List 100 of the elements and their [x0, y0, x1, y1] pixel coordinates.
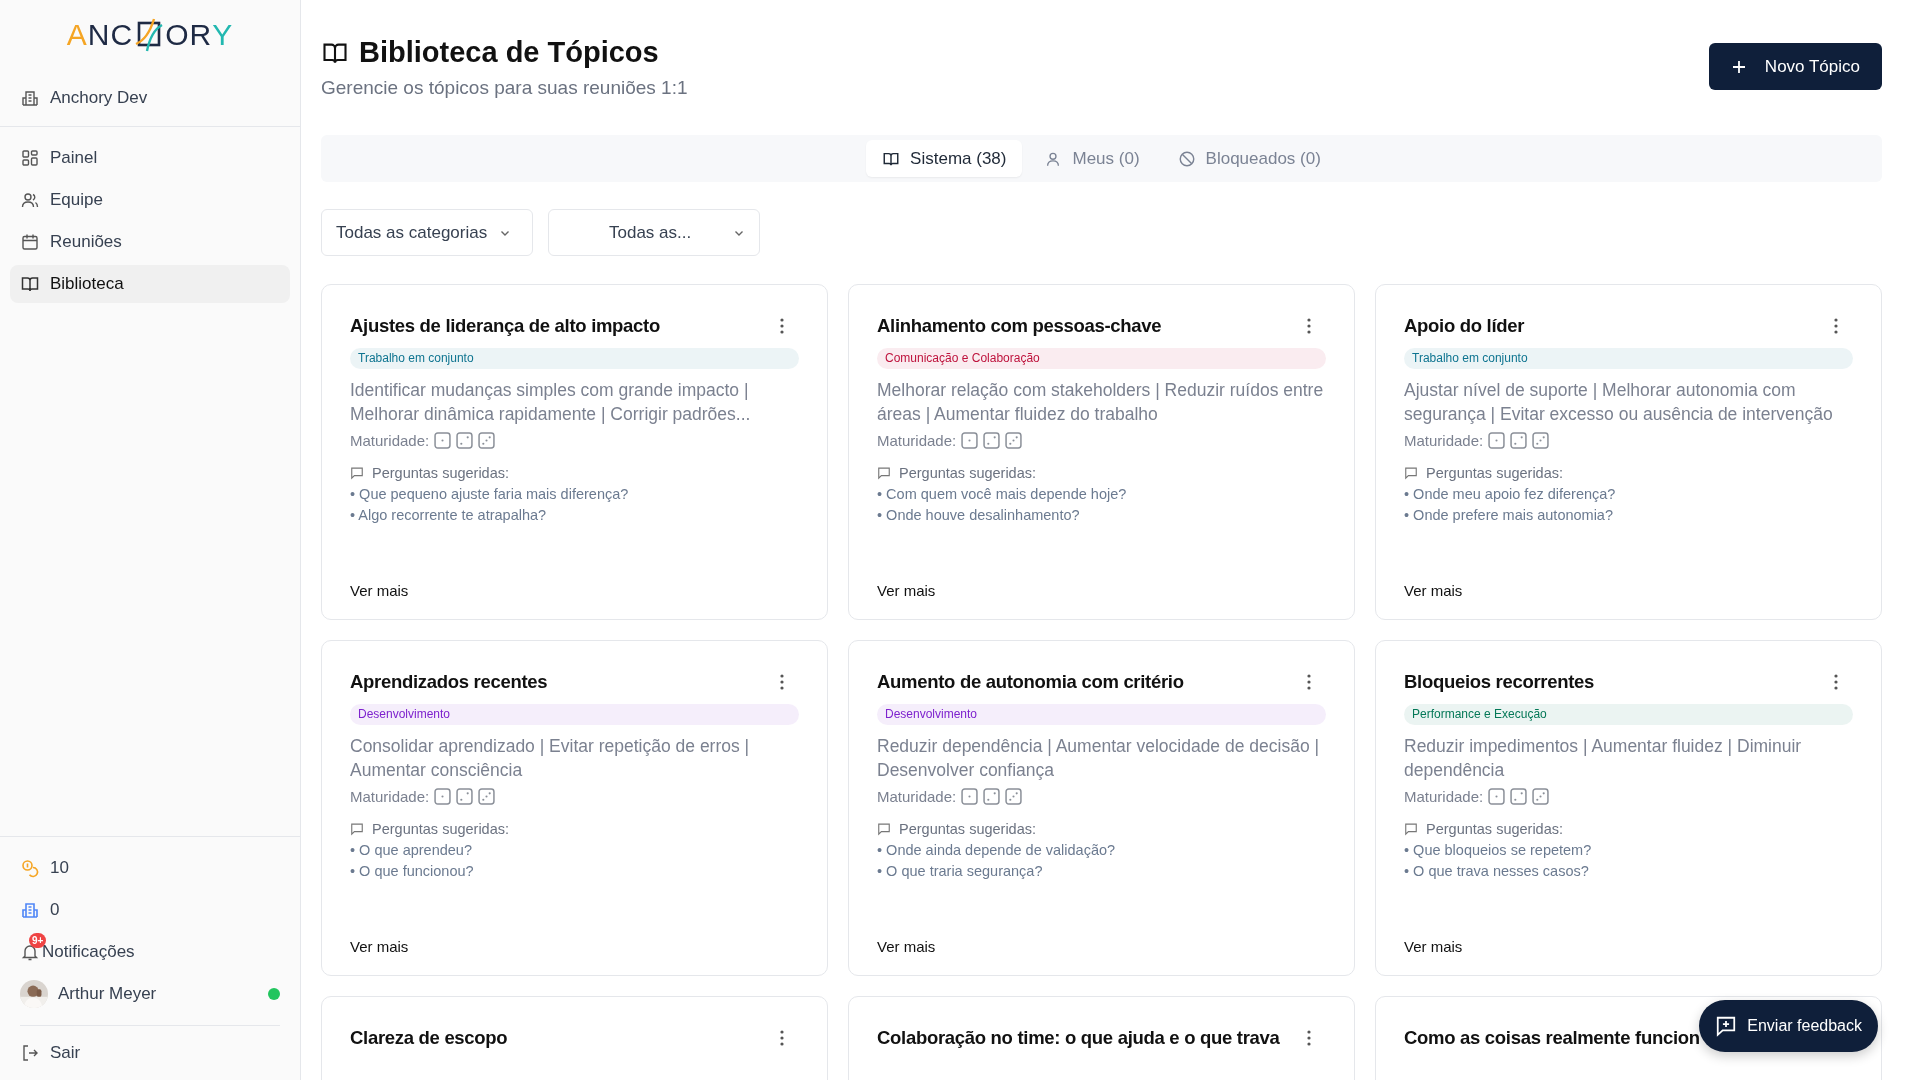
see-more-link[interactable]: Ver mais: [877, 938, 936, 955]
dice-icon: [456, 432, 474, 449]
dice-icon: [1488, 788, 1506, 805]
nav-item[interactable]: Painel: [10, 139, 290, 177]
tab[interactable]: Sistema (38): [866, 140, 1023, 177]
card-title: Ajustes de liderança de alto impacto: [350, 315, 660, 337]
card-description: Reduzir impedimentos | Aumentar fluidez | Diminuir dependência: [1404, 735, 1803, 782]
building-icon: [20, 900, 40, 920]
card-title: Apoio do líder: [1404, 315, 1525, 337]
questions-label: Perguntas sugeridas:: [899, 821, 1037, 837]
book-icon: [20, 274, 40, 294]
chat-icon: [1404, 822, 1418, 836]
questions-label: Perguntas sugeridas:: [899, 465, 1037, 481]
see-more-link[interactable]: Ver mais: [1404, 938, 1463, 955]
maturity-label: Maturidade:: [877, 432, 957, 449]
suggested-question: • O que trava nesses casos?: [1404, 863, 1590, 879]
questions-label: Perguntas sugeridas:: [1426, 821, 1564, 837]
card-title: Colaboração no time: o que ajuda e o que trava: [877, 1027, 1280, 1049]
maturity-label: Maturidade:: [350, 788, 430, 805]
new-topic-button[interactable]: Novo Tópico: [1708, 43, 1882, 90]
card-title: Bloqueios recorrentes: [1404, 671, 1595, 693]
card-description: Reduzir dependência | Aumentar velocidade de decisão | Desenvolver confiança: [877, 735, 1321, 782]
suggested-question: • O que funcionou?: [350, 863, 475, 879]
logo: ANC ORY: [65, 17, 235, 54]
category-tag: Trabalho em conjunto: [350, 348, 799, 369]
dice-icon: [478, 788, 496, 805]
page-title: Biblioteca de Tópicos: [359, 36, 659, 69]
maturity-label: Maturidade:: [350, 432, 430, 449]
category-tag: Desenvolvimento: [350, 704, 799, 725]
card-description: Consolidar aprendizado | Evitar repetição de erros | Aumentar consciência: [350, 735, 751, 782]
suggested-question: • Onde meu apoio fez diferença?: [1404, 486, 1617, 502]
see-more-link[interactable]: Ver mais: [350, 938, 409, 955]
dice-icon: [456, 788, 474, 805]
nav-item[interactable]: Equipe: [10, 181, 290, 219]
logout-item[interactable]: Sair: [20, 1032, 280, 1074]
suggested-question: • Que pequeno ajuste faria mais diferença?: [350, 486, 630, 502]
chat-icon: [350, 822, 364, 836]
suggested-question: • Com quem você mais depende hoje?: [877, 486, 1128, 502]
credits-item[interactable]: 0: [20, 889, 280, 931]
chat-plus-icon: [1715, 1015, 1738, 1037]
dice-icon: [1510, 432, 1528, 449]
card-title: Clareza de escopo: [350, 1027, 508, 1049]
tab[interactable]: Meus (0): [1028, 140, 1156, 177]
organization-item[interactable]: Anchory Dev: [0, 70, 300, 127]
coins-item[interactable]: 10: [20, 847, 280, 889]
see-more-link[interactable]: Ver mais: [877, 582, 936, 599]
maturity-label: Maturidade:: [1404, 788, 1484, 805]
card-title: Aprendizados recentes: [350, 671, 548, 693]
card-description: Melhorar relação com stakeholders | Reduzir ruídos entre áreas | Aumentar fluidez do trabalho: [877, 379, 1325, 426]
dice-icon: [983, 788, 1001, 805]
more-options-icon[interactable]: [1306, 317, 1312, 335]
more-options-icon[interactable]: [1833, 317, 1839, 335]
plus-icon: [1730, 58, 1747, 75]
dice-icon: [1532, 432, 1550, 449]
building-icon: [20, 88, 40, 108]
tab[interactable]: Bloqueados (0): [1161, 140, 1337, 177]
suggested-question: • Que bloqueios se repetem?: [1404, 842, 1593, 858]
dice-icon: [961, 788, 979, 805]
calendar-icon: [20, 232, 40, 252]
more-options-icon[interactable]: [779, 317, 785, 335]
more-options-icon[interactable]: [1306, 673, 1312, 691]
blocked-icon: [1177, 149, 1196, 168]
questions-label: Perguntas sugeridas:: [372, 465, 510, 481]
dice-icon: [1005, 788, 1023, 805]
dice-icon: [478, 432, 496, 449]
see-more-link[interactable]: Ver mais: [1404, 582, 1463, 599]
dice-icon: [434, 432, 452, 449]
category-tag: Performance e Execução: [1404, 704, 1853, 725]
card-title: Alinhamento com pessoas-chave: [877, 315, 1162, 337]
dice-icon: [1488, 432, 1506, 449]
chat-icon: [877, 822, 891, 836]
filter-dropdown[interactable]: Todas as categorias: [321, 209, 533, 256]
feedback-button[interactable]: Enviar feedback: [1699, 1000, 1878, 1052]
more-options-icon[interactable]: [1833, 673, 1839, 691]
card-title: Como as coisas realmente funcion: [1404, 1027, 1700, 1049]
page-subtitle: Gerencie os tópicos para suas reuniões 1:1: [321, 77, 688, 99]
dice-icon: [1532, 788, 1550, 805]
filter-dropdown[interactable]: Todas as...: [548, 209, 760, 256]
card-description: Identificar mudanças simples com grande impacto | Melhorar dinâmica rapidamente | Corrigir padrões...: [350, 379, 752, 426]
user-item[interactable]: Arthur Meyer: [20, 973, 280, 1015]
card-description: Ajustar nível de suporte | Melhorar autonomia com segurança | Evitar excesso ou ausência de intervenção: [1404, 379, 1834, 426]
suggested-question: • Onde houve desalinhamento?: [877, 507, 1081, 523]
see-more-link[interactable]: Ver mais: [350, 582, 409, 599]
suggested-question: • Onde ainda depende de validação?: [877, 842, 1117, 858]
chat-icon: [350, 466, 364, 480]
category-tag: Desenvolvimento: [877, 704, 1326, 725]
nav-item[interactable]: Reuniões: [10, 223, 290, 261]
suggested-question: • Onde prefere mais autonomia?: [1404, 507, 1614, 523]
more-options-icon[interactable]: [779, 673, 785, 691]
more-options-icon[interactable]: [1306, 1029, 1312, 1047]
questions-label: Perguntas sugeridas:: [1426, 465, 1564, 481]
category-tag: Trabalho em conjunto: [1404, 348, 1853, 369]
suggested-question: • O que traria segurança?: [877, 863, 1044, 879]
more-options-icon[interactable]: [779, 1029, 785, 1047]
nav-item[interactable]: Biblioteca: [10, 265, 290, 303]
chat-icon: [1404, 466, 1418, 480]
suggested-question: • O que aprendeu?: [350, 842, 473, 858]
dashboard-icon: [20, 148, 40, 168]
maturity-label: Maturidade:: [1404, 432, 1484, 449]
questions-label: Perguntas sugeridas:: [372, 821, 510, 837]
